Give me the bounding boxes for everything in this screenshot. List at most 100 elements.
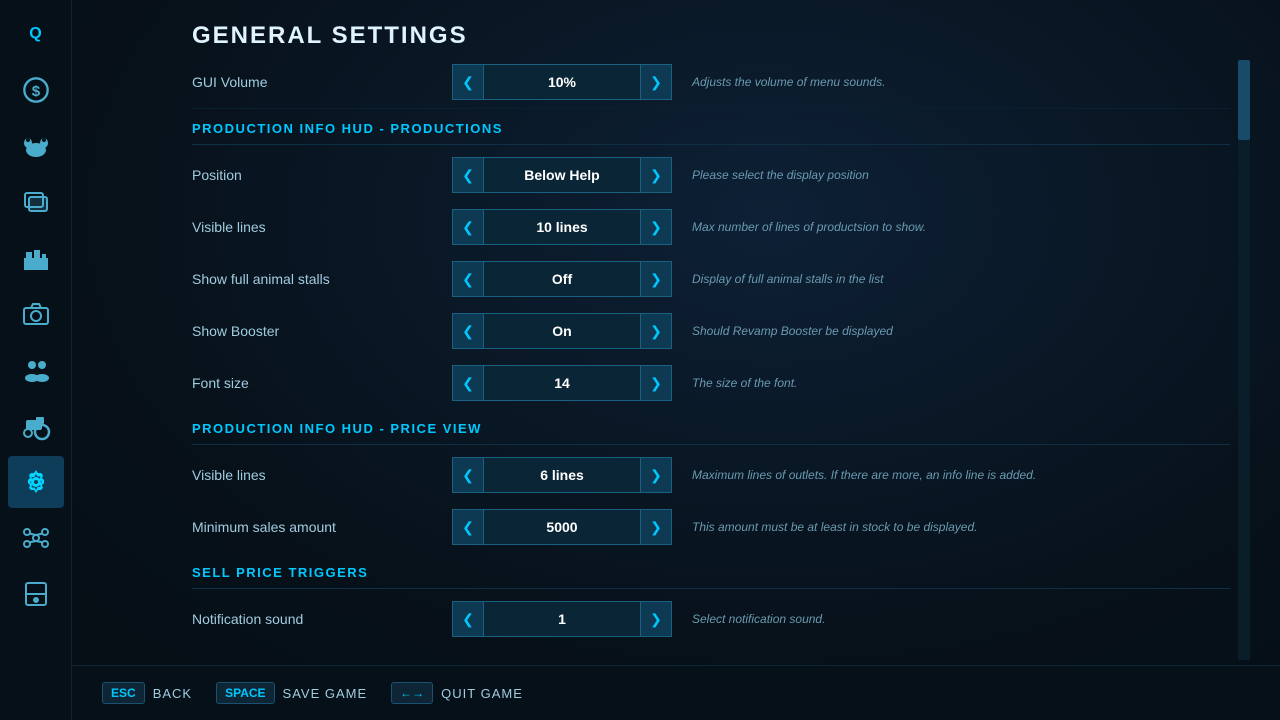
dollar-icon: $ xyxy=(22,76,50,104)
main-content: GENERAL SETTINGS GUI Volume ❮ 10% ❯ Adju… xyxy=(72,0,1280,720)
section-header-price-view: PRODUCTION INFO HUD - PRICE VIEW xyxy=(192,409,1230,445)
esc-key-badge: ESC xyxy=(102,682,145,704)
visible-lines-price-right-btn[interactable]: ❯ xyxy=(640,457,672,493)
sidebar-item-team[interactable] xyxy=(8,344,64,396)
show-booster-label: Show Booster xyxy=(192,323,452,339)
position-label: Position xyxy=(192,167,452,183)
setting-row-show-booster: Show Booster ❮ On ❯ Should Revamp Booste… xyxy=(192,305,1230,357)
visible-lines-price-label: Visible lines xyxy=(192,467,452,483)
sidebar-item-book[interactable] xyxy=(8,568,64,620)
settings-list: GUI Volume ❮ 10% ❯ Adjusts the volume of… xyxy=(192,60,1250,645)
section-header-productions: PRODUCTION INFO HUD - PRODUCTIONS xyxy=(192,109,1230,145)
back-button[interactable]: ESC BACK xyxy=(102,682,192,704)
scrollbar-track[interactable] xyxy=(1238,60,1250,660)
back-label: BACK xyxy=(153,686,192,701)
cut-row-label: GUI Volume xyxy=(192,74,452,90)
sidebar-item-settings[interactable] xyxy=(8,456,64,508)
cut-row-right-btn[interactable]: ❯ xyxy=(640,64,672,100)
arrow-key-badge: ←→ xyxy=(391,682,433,704)
show-full-stalls-control: ❮ Off ❯ xyxy=(452,261,672,297)
quit-game-button[interactable]: ←→ QUIT GAME xyxy=(391,682,523,704)
q-icon: Q xyxy=(29,25,41,43)
font-size-desc: The size of the font. xyxy=(672,376,1230,390)
show-booster-desc: Should Revamp Booster be displayed xyxy=(672,324,1230,338)
tractor-icon xyxy=(20,410,52,442)
min-sales-right-btn[interactable]: ❯ xyxy=(640,509,672,545)
show-booster-left-btn[interactable]: ❮ xyxy=(452,313,484,349)
cut-row-control: ❮ 10% ❯ xyxy=(452,64,672,100)
position-right-btn[interactable]: ❯ xyxy=(640,157,672,193)
book-icon xyxy=(22,580,50,608)
team-icon xyxy=(22,356,50,384)
min-sales-value: 5000 xyxy=(484,509,640,545)
visible-lines-desc: Max number of lines of productsion to sh… xyxy=(672,220,1230,234)
quit-game-label: QUIT GAME xyxy=(441,686,523,701)
font-size-right-btn[interactable]: ❯ xyxy=(640,365,672,401)
show-booster-right-btn[interactable]: ❯ xyxy=(640,313,672,349)
visible-lines-price-value: 6 lines xyxy=(484,457,640,493)
min-sales-desc: This amount must be at least in stock to… xyxy=(672,520,1230,534)
factory-icon xyxy=(22,244,50,272)
setting-row-min-sales: Minimum sales amount ❮ 5000 ❯ This amoun… xyxy=(192,501,1230,553)
sidebar-item-tractor[interactable] xyxy=(8,400,64,452)
content-area: GUI Volume ❮ 10% ❯ Adjusts the volume of… xyxy=(192,60,1250,660)
notification-sound-control: ❮ 1 ❯ xyxy=(452,601,672,637)
sidebar-item-network[interactable] xyxy=(8,512,64,564)
visible-lines-price-left-btn[interactable]: ❮ xyxy=(452,457,484,493)
sidebar-item-economy[interactable]: $ xyxy=(8,64,64,116)
show-booster-value: On xyxy=(484,313,640,349)
position-left-btn[interactable]: ❮ xyxy=(452,157,484,193)
visible-lines-price-desc: Maximum lines of outlets. If there are m… xyxy=(672,468,1230,482)
show-full-stalls-label: Show full animal stalls xyxy=(192,271,452,287)
notification-sound-left-btn[interactable]: ❮ xyxy=(452,601,484,637)
scrollbar-thumb[interactable] xyxy=(1238,60,1250,140)
gear-icon xyxy=(22,468,50,496)
min-sales-left-btn[interactable]: ❮ xyxy=(452,509,484,545)
position-control: ❮ Below Help ❯ xyxy=(452,157,672,193)
network-icon xyxy=(22,524,50,552)
save-game-button[interactable]: SPACE SAVE GAME xyxy=(216,682,367,704)
camera-icon xyxy=(22,300,50,328)
show-full-stalls-left-btn[interactable]: ❮ xyxy=(452,261,484,297)
font-size-left-btn[interactable]: ❮ xyxy=(452,365,484,401)
show-full-stalls-value: Off xyxy=(484,261,640,297)
sidebar-item-factory[interactable] xyxy=(8,232,64,284)
position-value: Below Help xyxy=(484,157,640,193)
cut-row-value: 10% xyxy=(484,64,640,100)
page-title: GENERAL SETTINGS xyxy=(72,0,1280,60)
setting-row-font-size: Font size ❮ 14 ❯ The size of the font. xyxy=(192,357,1230,409)
cut-row-desc: Adjusts the volume of menu sounds. xyxy=(672,75,1230,89)
visible-lines-label: Visible lines xyxy=(192,219,452,235)
section-header-sell-triggers: SELL PRICE TRIGGERS xyxy=(192,553,1230,589)
setting-row-show-full-stalls: Show full animal stalls ❮ Off ❯ Display … xyxy=(192,253,1230,305)
cut-row: GUI Volume ❮ 10% ❯ Adjusts the volume of… xyxy=(192,60,1230,109)
notification-sound-label: Notification sound xyxy=(192,611,452,627)
cut-row-left-btn[interactable]: ❮ xyxy=(452,64,484,100)
position-desc: Please select the display position xyxy=(672,168,1230,182)
notification-sound-desc: Select notification sound. xyxy=(672,612,1230,626)
setting-row-position: Position ❮ Below Help ❯ Please select th… xyxy=(192,149,1230,201)
show-booster-control: ❮ On ❯ xyxy=(452,313,672,349)
visible-lines-value: 10 lines xyxy=(484,209,640,245)
bottom-bar: ESC BACK SPACE SAVE GAME ←→ QUIT GAME xyxy=(72,665,1280,720)
visible-lines-right-btn[interactable]: ❯ xyxy=(640,209,672,245)
font-size-value: 14 xyxy=(484,365,640,401)
show-full-stalls-right-btn[interactable]: ❯ xyxy=(640,261,672,297)
sidebar-item-camera[interactable] xyxy=(8,288,64,340)
save-game-label: SAVE GAME xyxy=(283,686,368,701)
setting-row-visible-lines-price: Visible lines ❮ 6 lines ❯ Maximum lines … xyxy=(192,449,1230,501)
notification-sound-right-btn[interactable]: ❯ xyxy=(640,601,672,637)
space-key-badge: SPACE xyxy=(216,682,274,704)
sidebar-item-q[interactable]: Q xyxy=(8,8,64,60)
min-sales-control: ❮ 5000 ❯ xyxy=(452,509,672,545)
font-size-control: ❮ 14 ❯ xyxy=(452,365,672,401)
visible-lines-left-btn[interactable]: ❮ xyxy=(452,209,484,245)
animals-icon xyxy=(20,130,52,162)
setting-row-visible-lines: Visible lines ❮ 10 lines ❯ Max number of… xyxy=(192,201,1230,253)
sidebar: Q $ xyxy=(0,0,72,720)
visible-lines-price-control: ❮ 6 lines ❯ xyxy=(452,457,672,493)
svg-text:$: $ xyxy=(31,83,40,100)
sidebar-item-animals[interactable] xyxy=(8,120,64,172)
sidebar-item-cards[interactable] xyxy=(8,176,64,228)
min-sales-label: Minimum sales amount xyxy=(192,519,452,535)
